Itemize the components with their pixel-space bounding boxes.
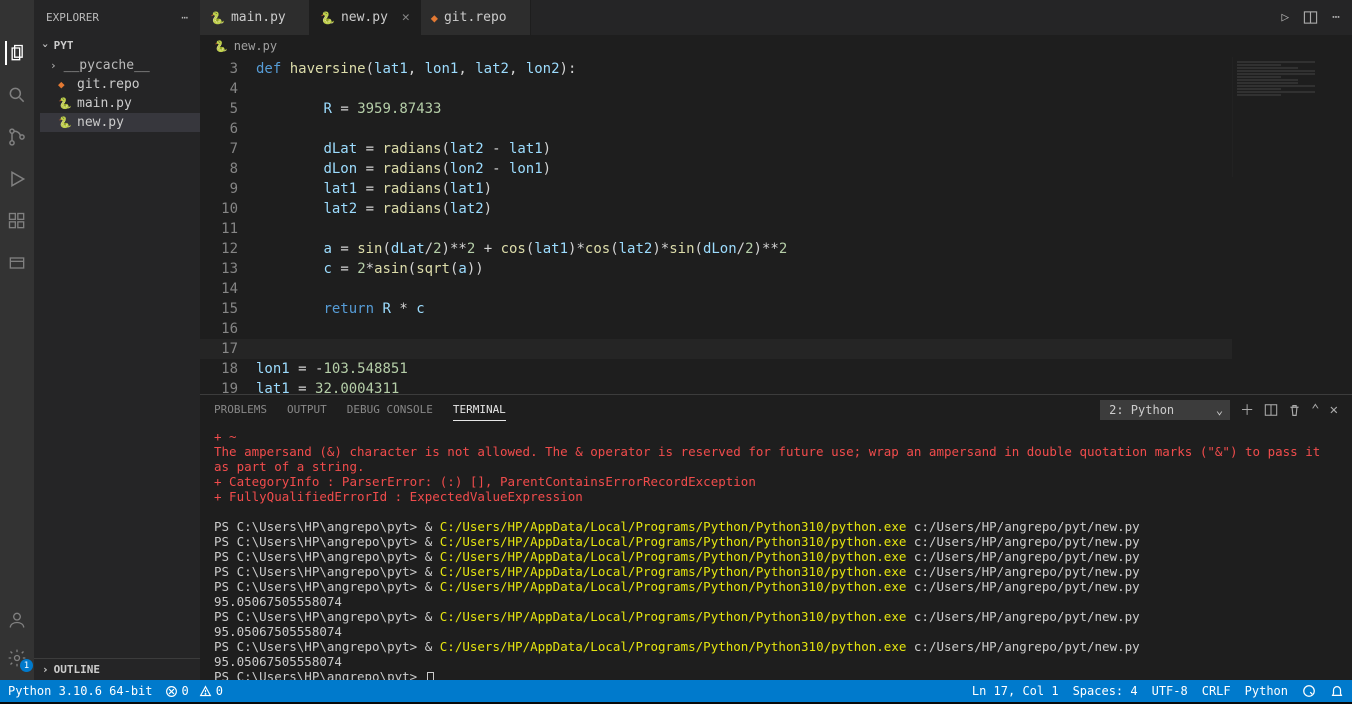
status-spaces[interactable]: Spaces: 4 — [1073, 684, 1138, 698]
status-encoding[interactable]: UTF-8 — [1152, 684, 1188, 698]
status-bar: Python 3.10.6 64-bit 0 0 Ln 17, Col 1 Sp… — [0, 680, 1352, 702]
editor-tab-git-repo[interactable]: ◆ git.repo — [421, 0, 531, 35]
outline-label: OUTLINE — [54, 663, 100, 676]
split-editor-icon[interactable] — [1303, 10, 1318, 25]
panel-tab-output[interactable]: OUTPUT — [287, 399, 327, 421]
tree-folder-label: __pycache__ — [64, 58, 150, 73]
tab-label: main.py — [231, 10, 286, 25]
current-line-highlight — [200, 339, 1232, 359]
panel-tab-problems[interactable]: PROBLEMS — [214, 399, 267, 421]
terminal-cursor — [427, 672, 434, 681]
split-terminal-icon[interactable] — [1264, 403, 1278, 417]
python-file-icon: 🐍 — [58, 97, 72, 110]
tree-folder-pycache[interactable]: __pycache__ — [40, 56, 200, 75]
status-cursor[interactable]: Ln 17, Col 1 — [972, 684, 1059, 698]
notifications-icon[interactable] — [1330, 684, 1344, 698]
activitybar-spacer — [0, 0, 34, 35]
source-control-icon[interactable] — [5, 125, 29, 149]
chevron-right-icon — [42, 663, 51, 676]
minimap[interactable] — [1232, 57, 1352, 177]
maximize-panel-icon[interactable]: ⌃ — [1311, 402, 1319, 418]
explorer-sidebar: PYT __pycache__ ◆ git.repo 🐍 main.py 🐍 new.py… — [34, 35, 200, 680]
python-file-icon: 🐍 — [214, 40, 228, 53]
status-errors[interactable]: 0 0 — [165, 684, 223, 698]
folder-header[interactable]: PYT — [34, 35, 200, 56]
tree-file-label: main.py — [77, 96, 132, 111]
editor-pane: 🐍 new.py 3 4 5 6 7 8 9 10 11 12 13 14 15… — [200, 35, 1352, 394]
tree-file-new-py[interactable]: 🐍 new.py — [40, 113, 200, 132]
editor-actions: ▷ ⋯ — [1269, 0, 1352, 35]
file-tree: __pycache__ ◆ git.repo 🐍 main.py 🐍 new.py — [34, 56, 200, 132]
code-editor[interactable]: 3 4 5 6 7 8 9 10 11 12 13 14 15 16 17 18… — [200, 57, 1352, 394]
python-file-icon: 🐍 — [320, 11, 335, 25]
debug-icon[interactable] — [5, 167, 29, 191]
tree-file-label: git.repo — [77, 77, 140, 92]
chevron-right-icon — [50, 58, 59, 73]
account-icon[interactable] — [5, 608, 29, 632]
status-eol[interactable]: CRLF — [1202, 684, 1231, 698]
panel-tab-debug-console[interactable]: DEBUG CONSOLE — [347, 399, 433, 421]
outline-header[interactable]: OUTLINE — [34, 658, 200, 680]
tab-label: git.repo — [444, 10, 507, 25]
explorer-label: EXPLORER — [46, 11, 99, 24]
python-file-icon: 🐍 — [58, 116, 72, 129]
activity-bar — [0, 35, 34, 680]
tree-file-main-py[interactable]: 🐍 main.py — [40, 94, 200, 113]
settings-icon[interactable] — [5, 646, 29, 670]
bottom-panel: PROBLEMS OUTPUT DEBUG CONSOLE TERMINAL 2: P… — [200, 394, 1352, 680]
repo-file-icon: ◆ — [431, 11, 438, 25]
new-terminal-icon[interactable]: ＋ — [1240, 400, 1254, 420]
explorer-icon[interactable] — [5, 41, 29, 65]
explorer-more-icon[interactable]: ⋯ — [181, 11, 188, 24]
tool-icon[interactable] — [5, 251, 29, 275]
folder-name: PYT — [54, 39, 74, 52]
close-panel-icon[interactable]: ✕ — [1330, 402, 1338, 418]
close-tab-icon[interactable]: ✕ — [402, 10, 410, 25]
breadcrumb-file: new.py — [234, 39, 277, 53]
tree-file-label: new.py — [77, 115, 124, 130]
extensions-icon[interactable] — [5, 209, 29, 233]
status-language[interactable]: Python — [1245, 684, 1288, 698]
feedback-icon[interactable] — [1302, 684, 1316, 698]
editor-tabs: 🐍 main.py 🐍 new.py ✕ ◆ git.repo — [200, 0, 531, 35]
repo-file-icon: ◆ — [58, 78, 72, 91]
editor-more-icon[interactable]: ⋯ — [1332, 10, 1340, 25]
panel-tab-terminal[interactable]: TERMINAL — [453, 399, 506, 421]
chevron-down-icon: ⌄ — [1216, 403, 1223, 417]
editor-tab-main-py[interactable]: 🐍 main.py — [200, 0, 310, 35]
chevron-down-icon — [42, 39, 51, 52]
terminal-selector[interactable]: 2: Python ⌄ — [1100, 400, 1230, 420]
editor-tab-new-py[interactable]: 🐍 new.py ✕ — [310, 0, 421, 35]
terminal-selector-label: 2: Python — [1109, 403, 1174, 417]
tree-file-git-repo[interactable]: ◆ git.repo — [40, 75, 200, 94]
run-icon[interactable]: ▷ — [1281, 10, 1289, 25]
panel-tabs: PROBLEMS OUTPUT DEBUG CONSOLE TERMINAL 2: P… — [200, 395, 1352, 425]
title-tab-bar: EXPLORER ⋯ 🐍 main.py 🐍 new.py ✕ ◆ git.repo ▷ ⋯ — [0, 0, 1352, 35]
tab-label: new.py — [341, 10, 388, 25]
panel-actions: 2: Python ⌄ ＋ ⌃ ✕ — [1100, 400, 1338, 420]
breadcrumb[interactable]: 🐍 new.py — [200, 35, 1352, 57]
explorer-title: EXPLORER ⋯ — [34, 0, 200, 35]
kill-terminal-icon[interactable] — [1288, 404, 1301, 417]
status-python[interactable]: Python 3.10.6 64-bit — [8, 684, 153, 698]
main-area: PYT __pycache__ ◆ git.repo 🐍 main.py 🐍 new.py… — [0, 35, 1352, 680]
python-file-icon: 🐍 — [210, 11, 225, 25]
terminal-output[interactable]: + ~The ampersand (&) character is not al… — [200, 425, 1352, 680]
search-icon[interactable] — [5, 83, 29, 107]
